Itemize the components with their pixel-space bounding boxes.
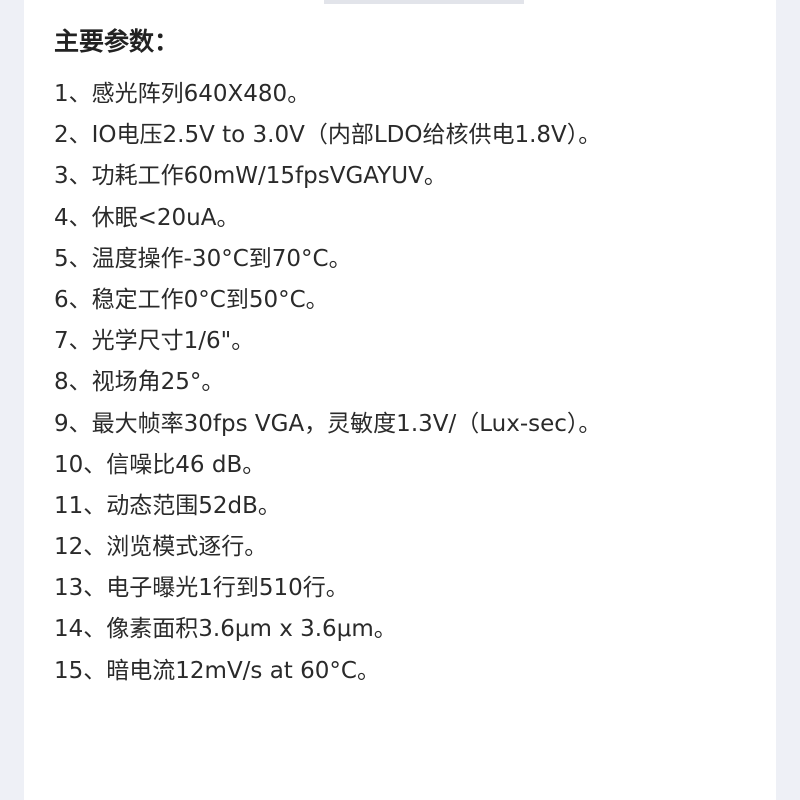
spec-item-7: 7、光学尺寸1/6"。 (54, 328, 255, 355)
spec-item-9: 9、最大帧率30fps VGA，灵敏度1.3V/（Lux-sec）。 (54, 410, 602, 437)
spec-item-8: 8、视场角25°。 (54, 369, 225, 396)
spec-item-6: 6、稳定工作0°C到50°C。 (54, 286, 329, 313)
spec-item-5: 5、温度操作-30°C到70°C。 (54, 245, 352, 272)
spec-item-12: 12、浏览模式逐行。 (54, 534, 268, 561)
spec-item-10: 10、信噪比46 dB。 (54, 451, 266, 478)
page-title: 主要参数： (54, 27, 180, 56)
spec-card: 主要参数： 1、感光阵列640X480。 2、IO电压2.5V to 3.0V（… (24, 0, 776, 800)
spec-item-11: 11、动态范围52dB。 (54, 492, 281, 519)
spec-item-4: 4、休眠<20uA。 (54, 204, 240, 231)
spec-item-3: 3、功耗工作60mW/15fpsVGAYUV。 (54, 163, 447, 190)
top-tab-decoration (324, 0, 524, 4)
spec-item-13: 13、电子曝光1行到510行。 (54, 575, 349, 602)
spec-item-1: 1、感光阵列640X480。 (54, 81, 311, 107)
spec-item-2: 2、IO电压2.5V to 3.0V（内部LDO给核供电1.8V）。 (54, 122, 602, 149)
spec-item-15: 15、暗电流12mV/s at 60°C。 (54, 657, 380, 684)
spec-list: 1、感光阵列640X480。 2、IO电压2.5V to 3.0V（内部LDO给… (54, 74, 601, 692)
spec-item-14: 14、像素面积3.6μm x 3.6μm。 (54, 616, 397, 643)
